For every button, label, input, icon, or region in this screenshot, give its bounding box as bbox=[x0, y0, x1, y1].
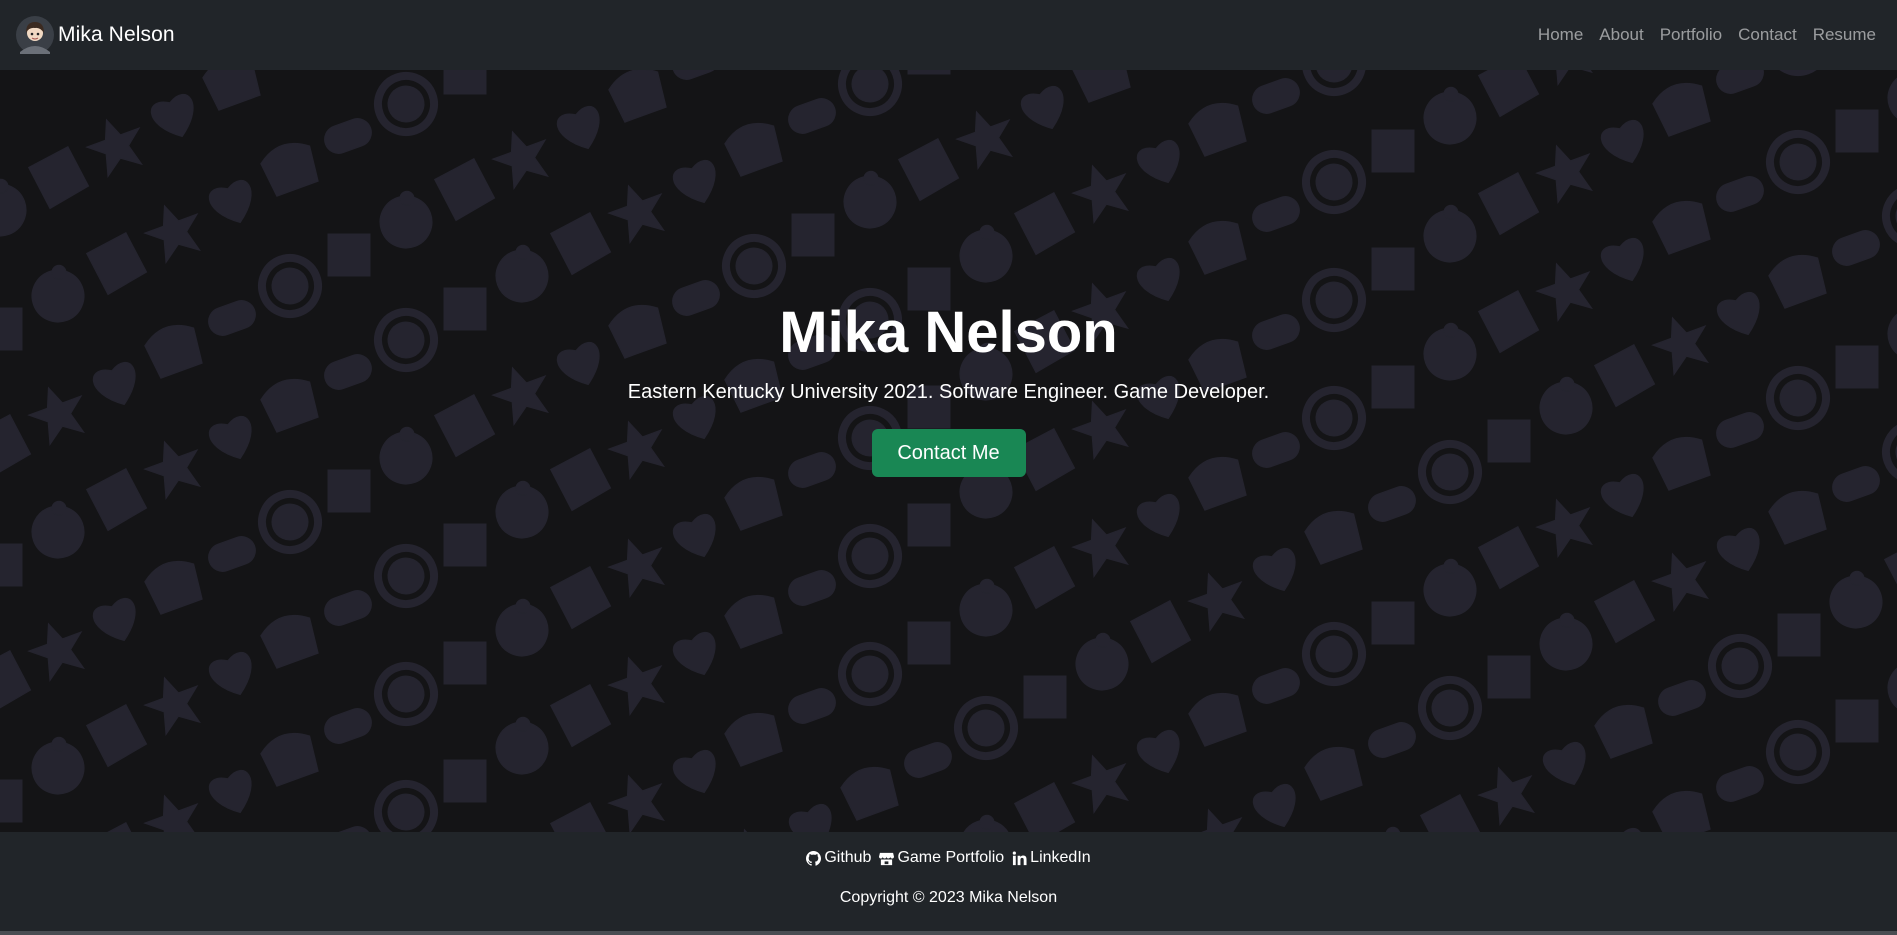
contact-me-button[interactable]: Contact Me bbox=[871, 429, 1026, 477]
social-links: Github Game Portfolio LinkedIn bbox=[0, 849, 1897, 867]
brand-name: Mika Nelson bbox=[58, 23, 175, 46]
nav-link-portfolio[interactable]: Portfolio bbox=[1660, 25, 1722, 45]
copyright: Copyright © 2023 Mika Nelson bbox=[839, 889, 1058, 906]
storefront-icon bbox=[879, 852, 895, 865]
hero-section: Mika Nelson Eastern Kentucky University … bbox=[0, 70, 1897, 832]
linkedin-link[interactable]: LinkedIn bbox=[1012, 849, 1091, 867]
nav-link-about[interactable]: About bbox=[1599, 25, 1643, 45]
avatar bbox=[16, 16, 54, 54]
linkedin-icon bbox=[1012, 850, 1027, 865]
nav-link-resume[interactable]: Resume bbox=[1813, 25, 1876, 45]
navbar: Mika Nelson Home About Portfolio Contact… bbox=[0, 0, 1897, 70]
nav-link-contact[interactable]: Contact bbox=[1738, 25, 1797, 45]
bottom-border bbox=[0, 931, 1897, 935]
github-icon bbox=[806, 850, 822, 866]
hero-subtitle: Eastern Kentucky University 2021. Softwa… bbox=[627, 381, 1270, 403]
linkedin-link-label: LinkedIn bbox=[1030, 849, 1091, 866]
brand[interactable]: Mika Nelson bbox=[16, 16, 175, 54]
github-link-label: Github bbox=[824, 849, 872, 866]
hero-title: Mika Nelson bbox=[779, 300, 1118, 365]
game-portfolio-link-label: Game Portfolio bbox=[897, 849, 1005, 866]
github-link[interactable]: Github bbox=[806, 849, 871, 867]
nav-link-home[interactable]: Home bbox=[1538, 25, 1583, 45]
footer: Github Game Portfolio LinkedIn Copyright… bbox=[0, 832, 1897, 935]
game-portfolio-link[interactable]: Game Portfolio bbox=[879, 849, 1004, 867]
hero-content: Mika Nelson Eastern Kentucky University … bbox=[0, 70, 1897, 832]
main-nav: Home About Portfolio Contact Resume bbox=[1538, 25, 1876, 45]
